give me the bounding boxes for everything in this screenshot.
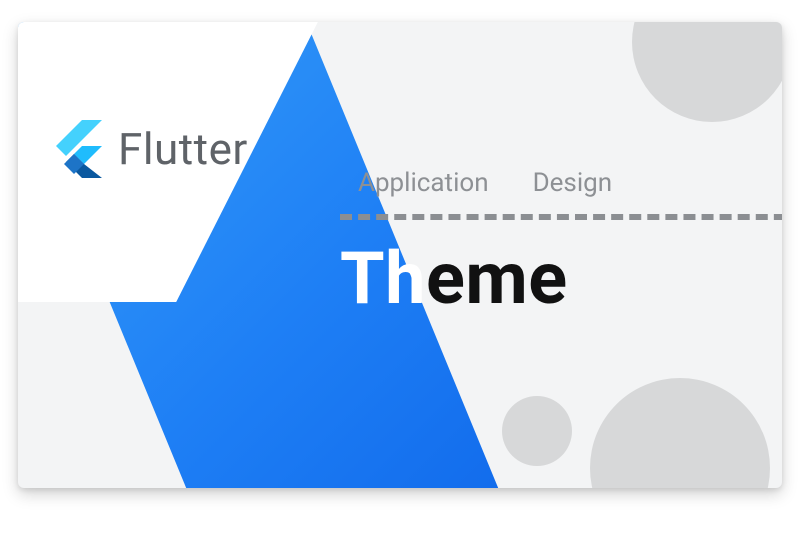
tab-application: Application: [358, 170, 489, 196]
brand-block: Flutter: [54, 120, 248, 178]
brand-name: Flutter: [118, 123, 248, 175]
main-title: Theme: [340, 236, 568, 321]
preview-canvas: Flutter Application Design Theme: [0, 0, 800, 560]
decorative-circle: [590, 378, 770, 488]
banner-card: Flutter Application Design Theme: [18, 22, 782, 488]
decorative-circle: [502, 396, 572, 466]
decorative-circle: [632, 22, 782, 122]
dashed-divider: [340, 214, 782, 220]
tab-design: Design: [533, 170, 613, 196]
title-part-dark: eme: [426, 236, 568, 321]
title-part-white: Th: [340, 236, 426, 321]
flutter-logo-icon: [54, 120, 102, 178]
tab-labels: Application Design: [358, 170, 612, 196]
